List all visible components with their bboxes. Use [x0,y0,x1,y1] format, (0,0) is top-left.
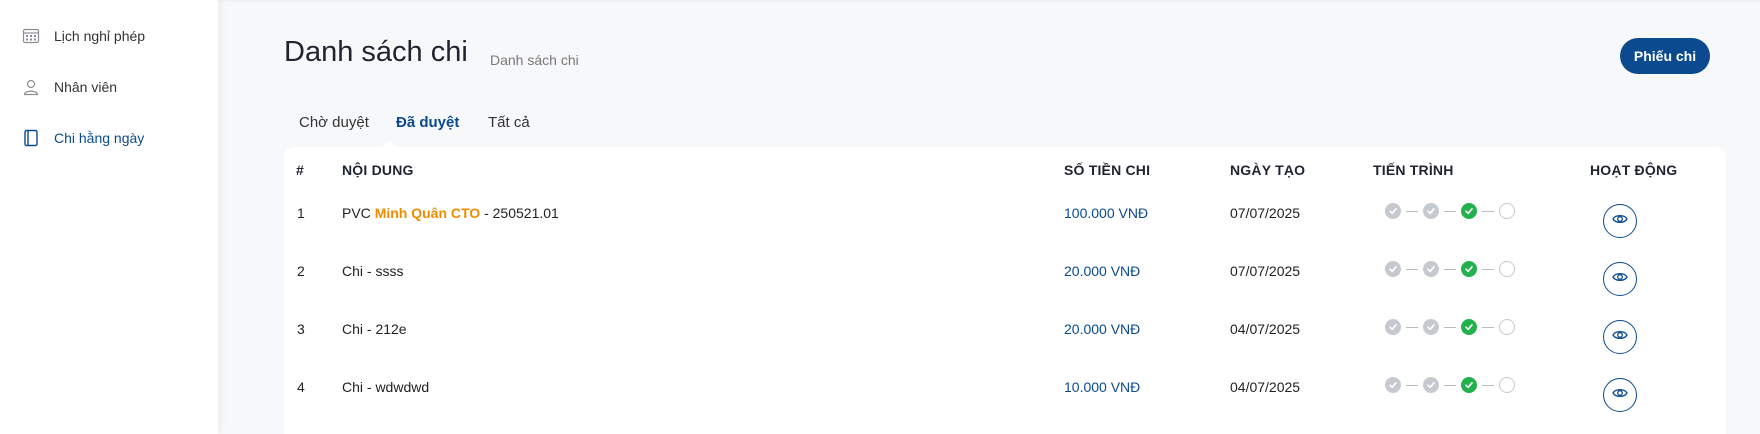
row-content: PVC Minh Quân CTO - 250521.01 [342,205,559,221]
tab-approved[interactable]: Đã duyệt [396,114,459,131]
step-check-icon [1385,319,1401,335]
row-index: 4 [297,379,305,395]
sidebar-item-label: Lịch nghỉ phép [54,28,146,44]
eye-icon [1612,269,1628,290]
breadcrumb: Danh sách chi [490,52,579,68]
row-amount: 20.000 VNĐ [1064,263,1141,279]
view-button[interactable] [1603,378,1637,412]
step-check-icon [1423,261,1439,277]
sidebar-item-daily-expenses[interactable]: Chi hằng ngày [22,126,144,150]
row-date: 04/07/2025 [1230,321,1301,337]
highlighted-name: Minh Quân CTO [374,205,481,221]
step-connector [1406,268,1418,270]
book-icon [22,129,40,147]
sidebar-item-label: Chi hằng ngày [54,130,145,146]
column-header-actions: HOẠT ĐỘNG [1590,162,1678,178]
column-header-index: # [296,162,304,178]
top-divider [218,0,1760,2]
row-content: Chi - 212e [342,321,407,337]
row-amount: 100.000 VNĐ [1064,205,1149,221]
step-connector [1444,384,1456,386]
step-connector [1444,268,1456,270]
step-connector [1444,210,1456,212]
sidebar-item-label: Nhân viên [54,79,118,95]
sidebar-item-leave-schedule[interactable]: Lịch nghỉ phép [22,24,145,48]
step-check-icon [1423,377,1439,393]
step-check-icon [1423,319,1439,335]
user-icon [22,78,40,96]
step-check-icon [1423,203,1439,219]
step-pending-icon [1499,261,1515,277]
tab-pending[interactable]: Chờ duyệt [299,114,369,131]
progress-steps [1385,261,1515,277]
row-index: 2 [297,263,305,279]
step-check-icon [1385,261,1401,277]
eye-icon [1612,327,1628,348]
column-header-date: NGÀY TẠO [1230,162,1306,178]
step-connector [1482,384,1494,386]
step-check-icon [1461,203,1477,219]
row-content: Chi - ssss [342,263,404,279]
progress-steps [1385,203,1515,219]
view-button[interactable] [1603,320,1637,354]
progress-steps [1385,377,1515,393]
step-check-icon [1385,377,1401,393]
sidebar: Lịch nghỉ phép Nhân viên Chi hằng ngày [0,0,218,434]
step-check-icon [1461,261,1477,277]
column-header-content: NỘI DUNG [342,162,414,178]
calendar-icon [22,27,40,45]
step-connector [1406,210,1418,212]
step-connector [1482,268,1494,270]
tab-all[interactable]: Tất cả [488,114,530,131]
step-pending-icon [1499,377,1515,393]
step-connector [1444,326,1456,328]
eye-icon [1612,211,1628,232]
create-expense-button[interactable]: Phiếu chi [1620,38,1710,74]
column-header-amount: SỐ TIỀN CHI [1064,162,1151,178]
step-connector [1482,326,1494,328]
progress-steps [1385,319,1515,335]
step-connector [1406,384,1418,386]
row-date: 07/07/2025 [1230,263,1301,279]
main-content: Danh sách chi Danh sách chi Phiếu chi Ch… [218,0,1760,434]
eye-icon [1612,385,1628,406]
view-button[interactable] [1603,262,1637,296]
sidebar-item-employees[interactable]: Nhân viên [22,75,117,99]
page-title: Danh sách chi [284,36,468,68]
row-amount: 10.000 VNĐ [1064,379,1141,395]
column-header-progress: TIẾN TRÌNH [1373,162,1454,178]
step-pending-icon [1499,319,1515,335]
row-date: 07/07/2025 [1230,205,1301,221]
view-button[interactable] [1603,204,1637,238]
step-check-icon [1461,319,1477,335]
row-index: 3 [297,321,305,337]
step-connector [1482,210,1494,212]
step-connector [1406,326,1418,328]
row-content: Chi - wdwdwd [342,379,430,395]
step-check-icon [1461,377,1477,393]
step-check-icon [1385,203,1401,219]
active-tab-indicator [381,140,399,148]
row-index: 1 [297,205,305,221]
step-pending-icon [1499,203,1515,219]
row-amount: 20.000 VNĐ [1064,321,1141,337]
row-date: 04/07/2025 [1230,379,1301,395]
